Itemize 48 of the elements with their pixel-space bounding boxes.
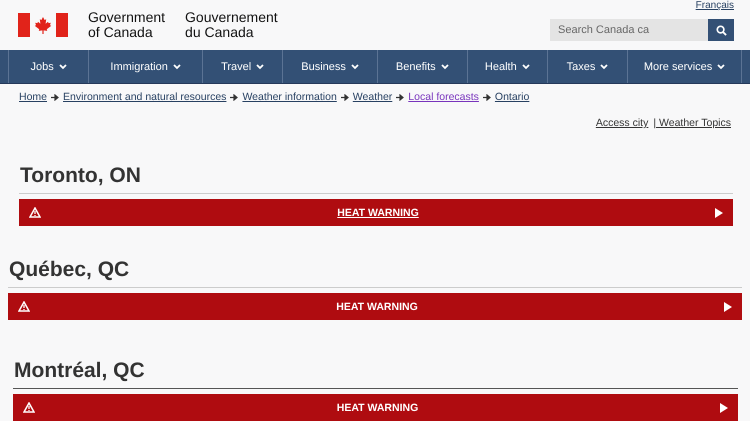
- breadcrumb-link[interactable]: Home: [19, 91, 48, 103]
- nav-menu-item[interactable]: More services: [627, 50, 742, 83]
- warning-icon: [18, 301, 30, 312]
- arrow-right-icon: [230, 94, 238, 100]
- chevron-down-icon: [717, 64, 726, 70]
- play-arrow-icon: [715, 208, 723, 218]
- chevron-down-icon: [256, 64, 264, 70]
- chevron-down-icon: [440, 64, 449, 70]
- warning-icon: [29, 207, 41, 218]
- play-arrow-icon: [724, 302, 732, 312]
- chevron-down-icon: [350, 64, 359, 70]
- play-arrow-icon: [720, 402, 728, 412]
- nav-menu-item[interactable]: Immigration: [88, 50, 202, 83]
- search-icon: [716, 24, 726, 36]
- city-heading: Montréal, QC: [13, 358, 146, 384]
- canadian-flag-icon: [18, 13, 68, 38]
- chevron-down-icon: [600, 64, 608, 70]
- utility-link[interactable]: | Weather Topics: [653, 117, 731, 129]
- breadcrumb-link[interactable]: Weather: [352, 91, 392, 103]
- nav-menu-item[interactable]: Travel: [202, 50, 282, 83]
- search-field[interactable]: Search Canada ca: [550, 19, 708, 42]
- arrow-right-icon: [51, 94, 60, 100]
- government-wordmark-french: Gouvernement du Canada: [185, 10, 278, 40]
- warning-banner[interactable]: HEAT WARNING: [8, 293, 742, 320]
- language-link[interactable]: Français: [696, 0, 734, 11]
- arrow-right-icon: [396, 94, 404, 100]
- breadcrumb-link[interactable]: Local forecasts: [408, 91, 479, 103]
- warning-banner[interactable]: HEAT WARNING: [13, 394, 738, 421]
- city-heading: Québec, QC: [8, 257, 130, 283]
- nav-menu-item[interactable]: Jobs: [8, 50, 88, 83]
- nav-menu-item[interactable]: Business: [282, 50, 377, 83]
- breadcrumb-link[interactable]: Weather information: [242, 91, 337, 103]
- chevron-down-icon: [522, 64, 530, 70]
- arrow-right-icon: [340, 94, 349, 100]
- chevron-down-icon: [172, 64, 181, 70]
- warning-icon: [23, 402, 35, 413]
- nav-menu-item[interactable]: Health: [466, 50, 547, 83]
- chevron-down-icon: [58, 64, 67, 70]
- nav-menu-item[interactable]: Benefits: [376, 50, 467, 83]
- warning-banner[interactable]: HEAT WARNING: [19, 199, 733, 226]
- government-wordmark: Government of Canada: [88, 10, 166, 40]
- search-button[interactable]: [708, 19, 734, 42]
- utility-link[interactable]: Access city: [596, 117, 648, 129]
- city-heading: Toronto, ON: [19, 163, 142, 189]
- nav-menu-item[interactable]: Taxes: [546, 50, 628, 83]
- arrow-right-icon: [482, 94, 491, 100]
- breadcrumb-link[interactable]: Environment and natural resources: [63, 91, 226, 103]
- breadcrumb-link[interactable]: Ontario: [494, 91, 530, 103]
